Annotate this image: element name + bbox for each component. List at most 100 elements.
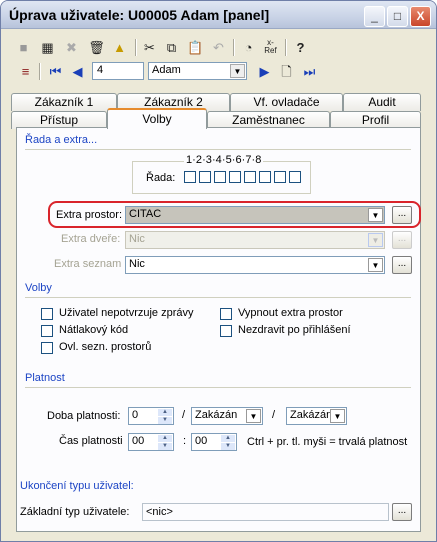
checkbox-label: Nátlakový kód [59, 324, 129, 336]
binoculars-icon[interactable]: ◔ [240, 39, 257, 56]
extra-seznam-browse-button[interactable]: ... [392, 256, 412, 274]
rada-checkbox-7[interactable] [274, 171, 286, 183]
extra-dvere-browse-button[interactable]: ... [392, 231, 412, 249]
rada-checkbox-5[interactable] [244, 171, 256, 183]
last-record-icon[interactable]: ⏭ [301, 63, 318, 80]
doba-unit-value-2: Zakázán [290, 409, 333, 421]
cas-hodiny-spinner[interactable]: 00 ▲ ▼ [128, 433, 174, 451]
save-icon[interactable]: ■ [15, 39, 32, 56]
extra-dvere-value: Nic [129, 233, 145, 245]
extra-prostor-value: CITAC [129, 208, 162, 220]
zakladni-typ-field[interactable]: <nic> [142, 503, 389, 521]
rada-checkbox-3[interactable] [214, 171, 226, 183]
first-record-icon[interactable]: ⏮ [47, 63, 64, 80]
user-select[interactable]: Adam ▼ [148, 62, 247, 80]
ref-icon[interactable]: x- Ref [262, 39, 279, 56]
trvala-platnost-hint: Ctrl + pr. tl. myši = trvalá platnost [247, 436, 408, 448]
zakladni-typ-browse-button[interactable]: ... [392, 503, 412, 521]
checkbox-label: Uživatel nepotvrzuje zprávy [59, 307, 194, 319]
cas-minuty-spinner[interactable]: 00 ▲ ▼ [191, 433, 237, 451]
doba-platnosti-spinner[interactable]: 0 ▲ ▼ [128, 407, 174, 425]
section-header-platnost: Platnost [25, 372, 65, 384]
checkbox-uzivatel-nepotvrzuje[interactable] [41, 308, 53, 320]
close-button[interactable]: X [410, 6, 431, 27]
tab-zakaznik-1[interactable]: Zákazník 1 [11, 93, 117, 111]
rada-checkbox-1[interactable] [184, 171, 196, 183]
slash-separator: / [182, 409, 186, 421]
checkbox-natlakovy-kod[interactable] [41, 325, 53, 337]
tab-volby[interactable]: Volby [107, 108, 207, 129]
rada-checkbox-8[interactable] [289, 171, 301, 183]
rada-checkbox-2[interactable] [199, 171, 211, 183]
doba-platnosti-label: Doba platnosti: [47, 410, 121, 422]
extra-prostor-select[interactable]: CITAC ▼ [125, 206, 385, 224]
tab-vf-ovladace[interactable]: Vf. ovladače [230, 93, 343, 111]
help-icon[interactable]: ? [292, 39, 309, 56]
checkbox-label: Nezdravit po přihlášení [238, 324, 351, 336]
separator [233, 39, 235, 56]
rada-numbers: 1 · 2 · 3 · 4 · 5 · 6 · 7 · 8 [184, 154, 264, 166]
extra-seznam-select[interactable]: Nic ▼ [125, 256, 385, 274]
delete-x-icon[interactable]: ✖ [63, 39, 80, 56]
divider [25, 297, 411, 298]
separator [285, 39, 287, 56]
title-bar[interactable]: Úprava uživatele: U00005 Adam [panel] _ … [1, 1, 436, 29]
doba-unit-select-2[interactable]: Zakázán ▼ [286, 407, 347, 425]
spin-up-icon[interactable]: ▲ [158, 409, 172, 416]
rada-label: Řada: [146, 172, 176, 184]
section-header-ukonceni: Ukončení typu uživatel: [20, 480, 134, 492]
window-title: Úprava uživatele: U00005 Adam [panel] [9, 7, 270, 23]
rada-checkbox-6[interactable] [259, 171, 271, 183]
checkbox-vypnout-extra-prostor[interactable] [220, 308, 232, 320]
separator [135, 39, 137, 56]
chevron-down-icon[interactable]: ▼ [230, 64, 245, 78]
paste-icon[interactable]: 📋 [187, 39, 204, 56]
spin-down-icon[interactable]: ▼ [221, 443, 235, 450]
previous-record-icon[interactable]: ◀ [69, 63, 86, 80]
zakladni-typ-label: Základní typ uživatele: [20, 506, 130, 518]
chevron-down-icon[interactable]: ▼ [368, 208, 383, 222]
chevron-down-icon[interactable]: ▼ [368, 233, 383, 247]
save-close-icon[interactable]: ▦ [39, 39, 56, 56]
navigation-toolbar: ≡ ⏮ ◀ 4 Adam ▼ ▶ 🗋 ⏭ [5, 60, 433, 82]
doba-unit-select-1[interactable]: Zakázán ▼ [191, 407, 263, 425]
extra-seznam-label: Extra seznam [54, 258, 122, 270]
section-header-volby: Volby [25, 282, 52, 294]
new-record-icon[interactable]: 🗋 [278, 63, 295, 80]
section-header-rada: Řada a extra... [25, 134, 98, 146]
rada-checkbox-4[interactable] [229, 171, 241, 183]
slash-separator: / [272, 409, 276, 421]
cas-minuty-value: 00 [195, 435, 208, 447]
separator [39, 63, 41, 80]
record-number-input[interactable]: 4 [92, 62, 144, 80]
doba-platnosti-value: 0 [132, 409, 139, 421]
checkbox-nezdravit[interactable] [220, 325, 232, 337]
record-list-icon[interactable]: ≡ [17, 63, 34, 80]
main-toolbar: ■ ▦ ✖ 🗑 ▲ ✂ ⧉ 📋 ↶ ◔ x- Ref ? [5, 36, 433, 58]
spin-up-icon[interactable]: ▲ [221, 435, 235, 442]
next-record-icon[interactable]: ▶ [256, 63, 273, 80]
extra-prostor-label: Extra prostor: [56, 209, 123, 221]
spin-down-icon[interactable]: ▼ [158, 443, 172, 450]
undo-icon[interactable]: ↶ [210, 39, 227, 56]
spin-down-icon[interactable]: ▼ [158, 417, 172, 424]
extra-dvere-select[interactable]: Nic ▼ [125, 231, 385, 249]
copy-icon[interactable]: ⧉ [163, 39, 180, 56]
colon-separator: : [183, 435, 187, 447]
cut-icon[interactable]: ✂ [141, 39, 158, 56]
extra-prostor-browse-button[interactable]: ... [392, 206, 412, 224]
divider [25, 149, 411, 150]
chevron-down-icon[interactable]: ▼ [368, 258, 383, 272]
trash-icon[interactable]: 🗑 [88, 39, 105, 56]
tab-audit[interactable]: Audit [343, 93, 421, 111]
checkbox-ovl-sezn-prostoru[interactable] [41, 342, 53, 354]
maximize-button[interactable]: □ [387, 6, 408, 27]
checkbox-label: Ovl. sezn. prostorů [59, 341, 152, 353]
divider [25, 387, 411, 388]
up-arrow-circle-icon[interactable]: ▲ [111, 39, 128, 56]
cas-hodiny-value: 00 [132, 435, 145, 447]
spin-up-icon[interactable]: ▲ [158, 435, 172, 442]
chevron-down-icon[interactable]: ▼ [330, 409, 345, 423]
minimize-button[interactable]: _ [364, 6, 385, 27]
chevron-down-icon[interactable]: ▼ [246, 409, 261, 423]
